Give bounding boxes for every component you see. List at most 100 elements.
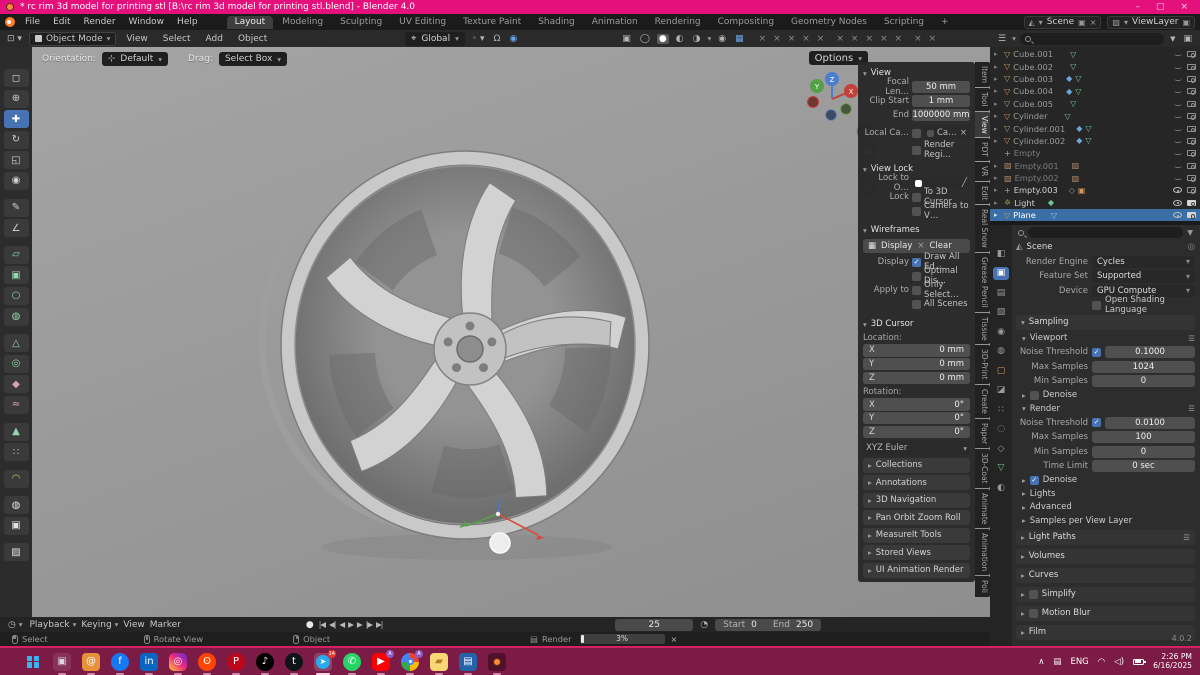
addon-button-icon[interactable]: ×	[929, 34, 937, 44]
tool-add-cone[interactable]: △	[3, 334, 29, 353]
tool-add-circle[interactable]: ○	[3, 286, 29, 305]
render-max-samples-field[interactable]: 100	[1092, 431, 1195, 444]
tab-view[interactable]: View	[975, 111, 990, 138]
menu-view[interactable]: View	[121, 34, 152, 44]
mode-dropdown[interactable]: Object Mode ▾	[28, 31, 117, 46]
prev-keyframe-button[interactable]: ◀|	[329, 620, 336, 629]
camera-to-view-checkbox[interactable]	[912, 206, 921, 216]
hide-render-icon[interactable]	[1187, 75, 1196, 83]
menu-edit[interactable]: Edit	[47, 16, 76, 28]
whatsapp-icon[interactable]: ✆	[343, 652, 361, 675]
blender-taskbar-icon[interactable]	[488, 652, 506, 675]
tool-add-arc[interactable]: ◠	[3, 469, 29, 488]
maximize-button[interactable]: ▢	[1156, 2, 1165, 12]
outliner-row[interactable]: ▸ ▨ Empty.002 ▨	[990, 172, 1200, 184]
clear-x-icon[interactable]: ×	[917, 241, 924, 251]
hide-render-icon[interactable]	[1187, 175, 1196, 182]
rotation-mode-dropdown[interactable]: XYZ Euler ▾	[863, 441, 970, 456]
auto-key-button[interactable]: ●	[306, 620, 314, 630]
only-selected-checkbox[interactable]	[912, 285, 921, 295]
tab-output-properties[interactable]: ▤	[993, 286, 1009, 299]
viewlayer-selector[interactable]: ▧ ▾ ViewLayer ▣	[1107, 15, 1195, 29]
reddit-icon[interactable]: ʘ	[198, 652, 216, 675]
osl-checkbox[interactable]	[1092, 300, 1101, 310]
tool-cursor[interactable]: ⊕	[3, 89, 29, 108]
workspace-tab-uv-editing[interactable]: UV Editing	[391, 16, 454, 29]
hide-render-icon[interactable]	[1187, 150, 1196, 157]
viewport-max-samples-field[interactable]: 1024	[1092, 360, 1195, 373]
render-subsection-header[interactable]: ▾ Render ☰	[1016, 402, 1195, 416]
motion-blur-checkbox[interactable]	[1028, 608, 1038, 618]
tab-poliigon[interactable]: Poli	[975, 576, 990, 598]
outliner-row[interactable]: ▸ ▽ Cylinder ▽	[990, 110, 1200, 122]
workspace-tab-geometry-nodes[interactable]: Geometry Nodes	[783, 16, 875, 29]
tool-add-torus[interactable]: ◎	[3, 354, 29, 373]
local-camera-field[interactable]: Ca… ×	[924, 127, 970, 139]
snap-magnet-icon[interactable]: Ω	[492, 34, 503, 44]
hide-viewport-icon[interactable]	[1174, 176, 1182, 181]
menu-file[interactable]: File	[19, 16, 46, 28]
shading-material-icon[interactable]: ◐	[674, 34, 686, 44]
tab-animation[interactable]: Animation	[975, 529, 990, 576]
instagram-icon[interactable]: ◎	[169, 652, 187, 675]
wireframes-header[interactable]: ▾ Wireframes	[863, 223, 970, 237]
addon-button-icon[interactable]: ×	[817, 34, 825, 44]
focal-length-field[interactable]: 50 mm	[912, 81, 970, 93]
pin-icon[interactable]: ◎	[1188, 242, 1195, 252]
workspace-tab-rendering[interactable]: Rendering	[647, 16, 709, 29]
panel-collections[interactable]: ▸ Collections	[863, 457, 970, 473]
tab-paper[interactable]: Paper	[975, 418, 990, 449]
outliner-row[interactable]: + Empty	[990, 147, 1200, 159]
next-frame-button[interactable]: ▶	[357, 620, 363, 629]
time-limit-field[interactable]: 0 sec	[1092, 460, 1195, 473]
simplify-checkbox[interactable]	[1028, 589, 1038, 599]
tab-real-snow[interactable]: Real Snow	[975, 205, 990, 253]
addon-button-icon[interactable]: ×	[865, 34, 873, 44]
gizmos-toggle-icon[interactable]: ▣	[620, 34, 633, 44]
tab-edit[interactable]: Edit	[975, 181, 990, 205]
pivot-point-dropdown[interactable]: ◦ ▾	[470, 34, 487, 44]
menu-object[interactable]: Object	[233, 34, 272, 44]
workspace-tab-layout[interactable]: Layout	[226, 15, 274, 29]
outliner-row[interactable]: ▸ ☼ Light ◆	[990, 197, 1200, 209]
file-explorer-icon[interactable]: ▰	[430, 652, 448, 675]
panel-ui-animation-render[interactable]: ▸ UI Animation Render	[863, 562, 970, 578]
wifi-icon[interactable]: ◠	[1098, 657, 1105, 667]
tool-add-mound[interactable]: ▲	[3, 422, 29, 441]
next-keyframe-button[interactable]: |▶	[366, 620, 373, 629]
frame-range-fields[interactable]: Start 0 End 250	[715, 618, 822, 631]
tool-add-camera[interactable]: ▣	[3, 516, 29, 535]
viewport-min-samples-field[interactable]: 0	[1092, 375, 1195, 388]
tool-add-curve[interactable]: ≈	[3, 395, 29, 414]
new-scene-icon[interactable]: ▣	[1078, 18, 1086, 27]
optimal-display-checkbox[interactable]	[912, 271, 921, 281]
tab-3d-coat[interactable]: 3D-Coat	[975, 449, 990, 488]
addon-button-icon[interactable]: ×	[759, 34, 767, 44]
tab-viewlayer-properties[interactable]: ▧	[993, 306, 1009, 319]
panel-measureit[interactable]: ▸ MeasureIt Tools	[863, 527, 970, 543]
hide-viewport-icon[interactable]	[1173, 212, 1182, 219]
shading-rendered-icon[interactable]: ◑	[691, 34, 703, 44]
render-noise-checkbox[interactable]: ✓	[1092, 418, 1101, 428]
simplify-section[interactable]: ▸ Simplify	[1016, 586, 1195, 602]
feature-set-dropdown[interactable]: Supported ▾	[1092, 270, 1195, 283]
cancel-render-button[interactable]: ×	[671, 634, 678, 644]
outliner-search-field[interactable]	[1019, 32, 1165, 45]
tool-move[interactable]: ✚	[3, 110, 29, 129]
mail-app-icon[interactable]: @	[82, 652, 100, 675]
tool-annotate[interactable]: ✎	[3, 198, 29, 217]
cursor-y-field[interactable]: Y0 mm	[863, 357, 970, 371]
outliner-row[interactable]: ▸ ▽ Cube.004 ◆ ▽	[990, 85, 1200, 97]
viewport-denoise-header[interactable]: ▸ Denoise	[1016, 389, 1195, 403]
filter-icon[interactable]: ▼	[1187, 228, 1193, 237]
tool-add-lamp[interactable]: ◍	[3, 496, 29, 515]
3d-viewport[interactable]: Orientation: ⊹ Default ▾ Drag: Select Box ▾…	[32, 47, 990, 617]
samples-per-viewlayer-header[interactable]: ▸ Samples per View Layer	[1016, 514, 1195, 528]
outliner-row[interactable]: ▸ ▽ Cube.001 ▽	[990, 48, 1200, 60]
tiktok-icon[interactable]: ♪	[256, 652, 274, 675]
draw-all-edges-checkbox[interactable]: ✓	[912, 257, 921, 267]
menu-add[interactable]: Add	[201, 34, 228, 44]
viewport-denoise-checkbox[interactable]	[1029, 390, 1039, 400]
addon-button-icon[interactable]: ×	[895, 34, 903, 44]
menu-keying[interactable]: Keying ▾	[81, 620, 118, 630]
